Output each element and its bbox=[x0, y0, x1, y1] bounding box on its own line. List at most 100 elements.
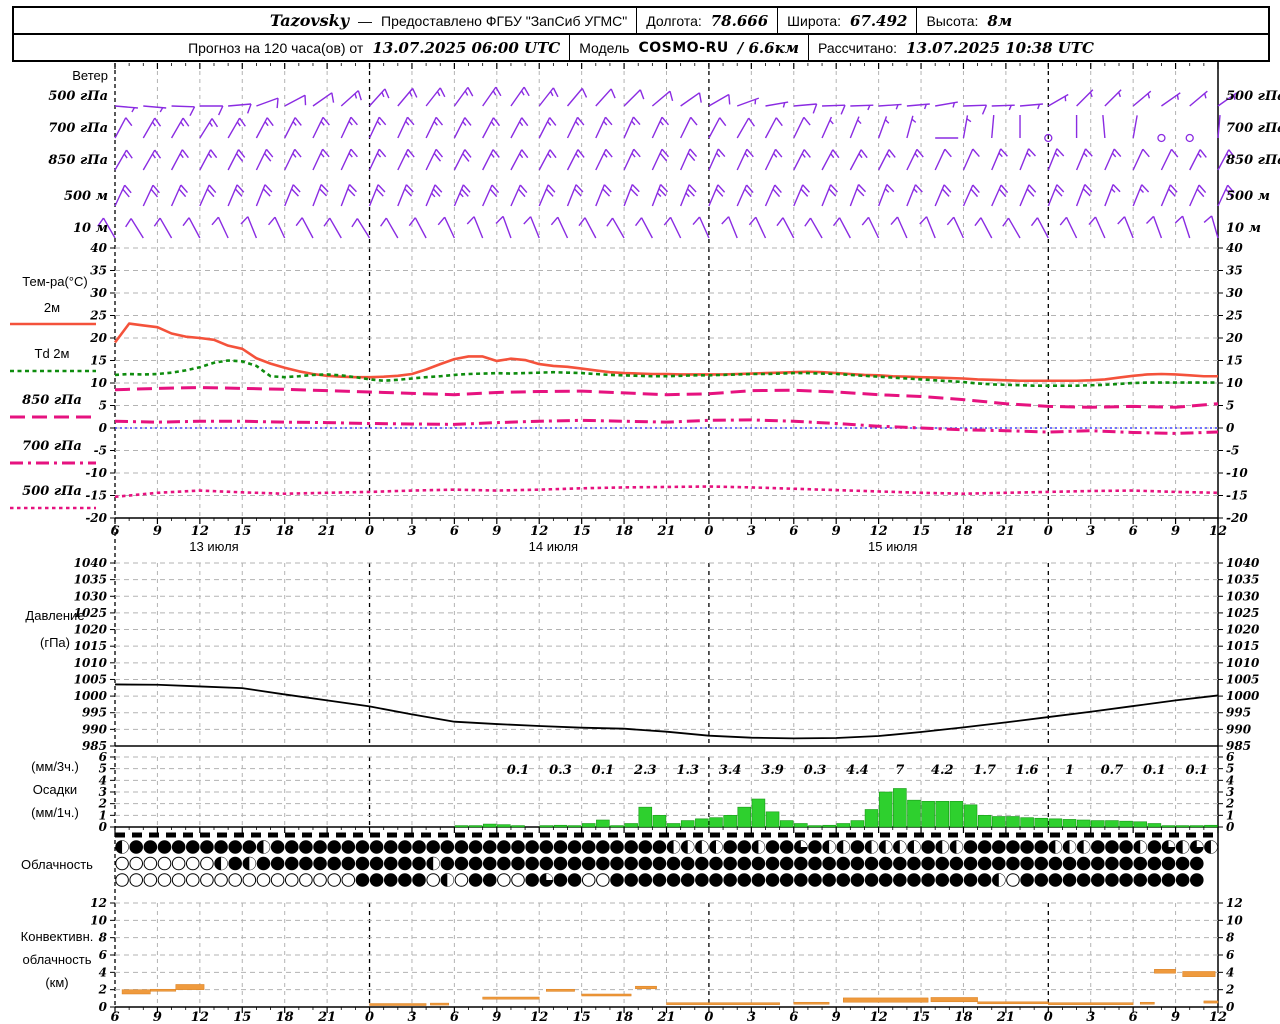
svg-text:9: 9 bbox=[1171, 524, 1180, 539]
svg-text:13 июля: 13 июля bbox=[189, 539, 238, 554]
svg-text:3: 3 bbox=[1086, 524, 1095, 539]
svg-text:0.3: 0.3 bbox=[804, 763, 827, 778]
svg-text:6: 6 bbox=[110, 524, 119, 539]
svg-text:0: 0 bbox=[99, 1000, 108, 1014]
wind-row-10м bbox=[97, 215, 1219, 239]
svg-text:18: 18 bbox=[276, 1010, 294, 1024]
svg-text:3.9: 3.9 bbox=[761, 763, 784, 778]
svg-text:5: 5 bbox=[1226, 399, 1234, 413]
svg-text:25: 25 bbox=[89, 309, 107, 323]
svg-text:2м: 2м bbox=[44, 300, 60, 315]
svg-text:1030: 1030 bbox=[74, 589, 108, 603]
svg-text:1.6: 1.6 bbox=[1016, 763, 1039, 778]
longitude-value: 78.666 bbox=[710, 11, 769, 30]
svg-text:30: 30 bbox=[90, 286, 107, 300]
svg-text:850 гПа: 850 гПа bbox=[1226, 153, 1280, 168]
svg-text:1030: 1030 bbox=[1226, 589, 1260, 603]
svg-text:12: 12 bbox=[1209, 524, 1227, 539]
header-dash: — bbox=[358, 12, 373, 29]
svg-text:500 гПа: 500 гПа bbox=[1226, 89, 1280, 104]
svg-text:15: 15 bbox=[912, 1010, 930, 1024]
svg-text:500 гПа: 500 гПа bbox=[48, 89, 108, 104]
svg-text:0: 0 bbox=[365, 1010, 374, 1024]
svg-text:-15: -15 bbox=[1226, 489, 1248, 503]
svg-text:12: 12 bbox=[191, 524, 209, 539]
wind-row-500гПа bbox=[114, 86, 1238, 117]
svg-text:0: 0 bbox=[1226, 421, 1235, 435]
svg-text:15: 15 bbox=[573, 524, 591, 539]
svg-text:500 м: 500 м bbox=[1226, 189, 1270, 204]
svg-text:995: 995 bbox=[82, 706, 107, 720]
svg-text:500 гПа: 500 гПа bbox=[22, 484, 82, 499]
svg-text:6: 6 bbox=[450, 1010, 459, 1024]
model-label: Модель bbox=[579, 39, 630, 56]
cloudiness-panel bbox=[115, 840, 1218, 887]
svg-text:9: 9 bbox=[832, 1010, 841, 1024]
svg-text:6: 6 bbox=[110, 1010, 119, 1024]
svg-text:15: 15 bbox=[1226, 354, 1243, 368]
svg-text:15: 15 bbox=[573, 1010, 591, 1024]
svg-text:8: 8 bbox=[99, 931, 108, 945]
calc-label: Рассчитано: bbox=[817, 39, 898, 56]
svg-text:990: 990 bbox=[82, 722, 108, 736]
latitude-value: 67.492 bbox=[850, 11, 908, 30]
svg-text:8: 8 bbox=[1226, 931, 1235, 945]
svg-text:40: 40 bbox=[1226, 241, 1243, 255]
svg-text:15: 15 bbox=[90, 354, 107, 368]
svg-text:21: 21 bbox=[656, 1010, 675, 1024]
svg-text:6: 6 bbox=[1129, 1010, 1138, 1024]
svg-text:21: 21 bbox=[317, 524, 336, 539]
svg-text:1035: 1035 bbox=[74, 573, 107, 587]
svg-text:0.1: 0.1 bbox=[1143, 763, 1166, 778]
svg-text:3: 3 bbox=[747, 524, 756, 539]
svg-text:0: 0 bbox=[704, 1010, 713, 1024]
svg-text:-20: -20 bbox=[1226, 511, 1248, 525]
svg-text:9: 9 bbox=[492, 524, 501, 539]
svg-text:18: 18 bbox=[954, 1010, 972, 1024]
svg-text:1010: 1010 bbox=[1226, 656, 1260, 670]
calc-time: 13.07.2025 10:38 UTC bbox=[906, 38, 1094, 57]
svg-text:1: 1 bbox=[1065, 763, 1074, 778]
svg-text:12: 12 bbox=[1226, 896, 1243, 910]
header-box: Tazovsky — Предоставлено ФГБУ "ЗапСиб УГ… bbox=[12, 6, 1270, 62]
svg-text:40: 40 bbox=[90, 241, 107, 255]
model-resolution: / 6.6км bbox=[737, 38, 799, 57]
header-divider bbox=[807, 35, 809, 60]
svg-text:9: 9 bbox=[832, 524, 841, 539]
svg-text:9: 9 bbox=[1171, 1010, 1180, 1024]
svg-text:15: 15 bbox=[912, 524, 930, 539]
svg-text:0: 0 bbox=[365, 524, 374, 539]
svg-text:15: 15 bbox=[233, 524, 251, 539]
svg-text:-20: -20 bbox=[85, 511, 107, 525]
svg-text:-5: -5 bbox=[1226, 444, 1239, 458]
svg-text:6: 6 bbox=[450, 524, 459, 539]
svg-text:3: 3 bbox=[747, 1010, 756, 1024]
svg-text:850 гПа: 850 гПа bbox=[22, 393, 82, 408]
svg-text:облачность: облачность bbox=[22, 952, 91, 967]
svg-text:21: 21 bbox=[656, 524, 675, 539]
wind-row-700гПа bbox=[114, 115, 1221, 143]
svg-text:-10: -10 bbox=[85, 466, 107, 480]
svg-text:9: 9 bbox=[492, 1010, 501, 1024]
svg-text:10: 10 bbox=[1226, 913, 1243, 927]
svg-text:(мм/3ч.): (мм/3ч.) bbox=[31, 759, 79, 774]
svg-text:2: 2 bbox=[98, 983, 107, 997]
meteogram-chart: 40 4035 3530 3025 2520 2015 1510 105 50 0-5 -5-10-… bbox=[10, 62, 1280, 1024]
svg-text:0.7: 0.7 bbox=[1101, 763, 1124, 778]
svg-text:1.7: 1.7 bbox=[973, 763, 996, 778]
svg-text:(гПа): (гПа) bbox=[40, 635, 70, 650]
svg-text:20: 20 bbox=[1225, 331, 1243, 345]
station-name: Tazovsky bbox=[269, 11, 350, 30]
svg-text:Осадки: Осадки bbox=[33, 782, 77, 797]
svg-text:500 м: 500 м bbox=[64, 189, 108, 204]
svg-text:0: 0 bbox=[99, 820, 108, 834]
forecast-start-time: 13.07.2025 06:00 UTC bbox=[372, 38, 561, 57]
svg-text:1015: 1015 bbox=[74, 639, 107, 653]
altitude-label: Высота: bbox=[926, 12, 979, 29]
svg-text:700 гПа: 700 гПа bbox=[1226, 121, 1280, 136]
svg-text:(км): (км) bbox=[45, 975, 68, 990]
svg-text:30: 30 bbox=[1226, 286, 1243, 300]
svg-text:12: 12 bbox=[191, 1010, 209, 1024]
svg-text:12: 12 bbox=[870, 524, 888, 539]
svg-text:2.3: 2.3 bbox=[633, 763, 657, 778]
